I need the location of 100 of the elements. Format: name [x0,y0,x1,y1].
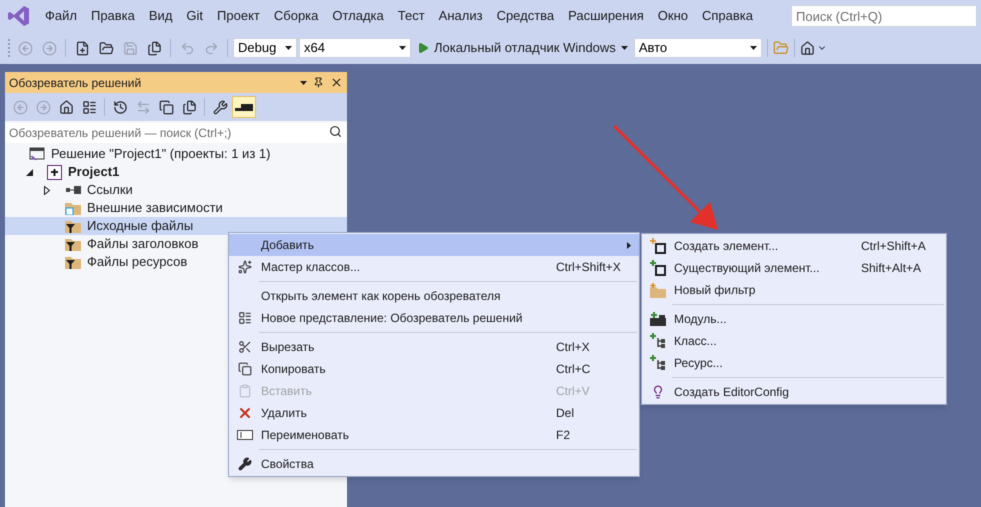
start-debugging-button[interactable]: Локальный отладчик Windows [413,38,632,58]
wrench-icon [238,457,252,471]
menu-item[interactable]: Вырезать Ctrl+X [229,336,639,358]
menu-item[interactable]: Ресурс... [642,352,946,374]
tree-label: Ссылки [87,181,133,200]
menu-item-label: Переименовать [261,427,350,444]
tree-item[interactable]: Project1 [5,163,347,181]
menu-item-label: Вырезать [261,339,316,356]
menu-item[interactable]: Мастер классов... Ctrl+Shift+X [229,256,639,278]
search-field[interactable]: Поиск (Ctrl+Q) [791,5,977,27]
menu-item[interactable]: Создать элемент... Ctrl+Shift+A [642,235,946,257]
back-icon [12,100,28,114]
new-folder-icon [650,282,666,298]
configuration-dropdown[interactable]: Debug [233,38,297,58]
home-icon [58,100,74,114]
menu-bar-item[interactable]: Средства [490,6,562,26]
tree-item[interactable]: Ссылки [5,181,347,199]
menu-bar-item[interactable]: Окно [650,6,695,26]
menu-bar-item[interactable]: Вид [142,6,180,26]
menu-item-label: Добавить [261,237,316,254]
menu-bar-item[interactable]: Сборка [266,6,326,26]
preview-button[interactable] [232,96,256,118]
app-logo-icon [8,5,30,27]
platform-dropdown[interactable]: x64 [299,38,411,58]
save-all-icon [146,40,162,56]
class-icon [650,355,666,371]
menu-item-label: Открыть элемент как корень обозревателя [261,288,502,305]
tree-label: Решение "Project1" (проекты: 1 из 1) [51,145,270,164]
paste-icon [238,384,252,398]
collapse-icon [158,100,174,114]
delete-icon [237,405,253,421]
shortcut-text: Del [556,405,574,422]
menu-item-label: Класс... [674,333,718,350]
menu-bar-item[interactable]: Файл [38,6,84,26]
menu-item-label: Копировать [261,361,327,378]
menu-item[interactable]: Свойства [229,453,639,475]
filter-folder-icon [65,237,81,251]
close-icon [330,76,343,89]
caret-icon [300,80,307,84]
menu-item[interactable]: Новый фильтр [642,279,946,301]
new-file-icon [74,40,90,56]
menu-item-label: Создать EditorConfig [674,384,790,401]
scissors-icon [238,340,252,354]
menu-bar-item[interactable]: Git [179,6,210,26]
solution-icon [29,147,45,161]
lightbulb-icon [651,385,665,399]
save-icon [122,40,138,56]
menu-item[interactable]: Переименовать F2 [229,424,639,446]
menu-item[interactable]: Удалить Del [229,402,639,424]
menu-item[interactable]: Копировать Ctrl+C [229,358,639,380]
menu-item-label: Свойства [261,456,315,473]
pin-icon [313,77,324,88]
target-dropdown[interactable]: Авто [634,38,762,58]
tree-label: Файлы ресурсов [87,253,188,272]
tree-item[interactable]: Внешние зависимости [5,199,347,217]
menu-bar-item[interactable]: Расширения [561,6,651,26]
add-item-icon [650,260,666,276]
view-list-icon [82,100,96,114]
menu-item[interactable]: Новое представление: Обозреватель решений [229,307,639,329]
tree-item[interactable]: Исходные файлы [5,217,347,235]
menu-bar-item[interactable]: Анализ [432,6,490,26]
redo-icon [204,40,218,56]
filter-folder-icon [65,219,81,233]
sync-icon [136,100,150,114]
preview-icon [235,103,253,111]
references-icon [65,186,81,194]
tree-label: Файлы заголовков [87,235,198,254]
menu-bar-item[interactable]: Правка [84,6,142,26]
menu-item[interactable]: Создать EditorConfig [642,381,946,403]
menu-bar-item[interactable]: Проект [210,6,267,26]
menu-bar-item[interactable]: Отладка [325,6,391,26]
menu-item[interactable]: Существующий элемент... Shift+Alt+A [642,257,946,279]
caret-icon [285,46,292,50]
clock-icon [112,100,128,114]
tree-label: Внешние зависимости [87,199,223,218]
menu-item-label: Создать элемент... [674,238,780,255]
menu-item-label: Ресурс... [674,355,724,372]
forward-icon [42,40,56,56]
menu-bar-item[interactable]: Тест [390,6,432,26]
menu-item[interactable]: Открыть элемент как корень обозревателя [229,285,639,307]
menu-item[interactable]: Класс... [642,330,946,352]
tree-item[interactable]: Решение "Project1" (проекты: 1 из 1) [5,145,347,163]
shortcut-text: F2 [556,427,570,444]
search-icon [329,125,342,138]
module-icon [650,312,666,326]
files-icon [182,100,196,114]
copy-icon [238,362,252,376]
window-icon [238,311,252,325]
explorer-search-field[interactable]: Обозреватель решений — поиск (Ctrl+;) [5,123,347,143]
class-icon [650,333,666,349]
wrench-icon [212,100,228,114]
wizard-icon [238,260,252,274]
menu-item[interactable]: Добавить [229,234,639,256]
undo-icon [180,40,194,56]
menu-bar-item[interactable]: Справка [694,6,760,26]
menu-item-label: Вставить [261,383,313,400]
folder-icon [65,201,81,215]
menu-item[interactable]: Модуль... [642,308,946,330]
shortcut-text: Ctrl+Shift+X [556,259,621,276]
home-icon [800,40,815,56]
